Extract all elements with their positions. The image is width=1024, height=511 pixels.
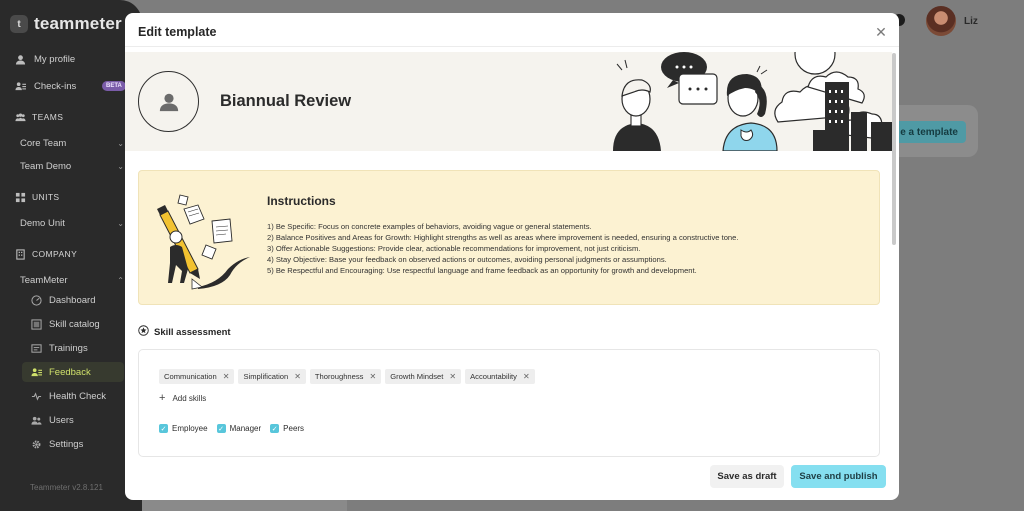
sidebar-item-check-ins[interactable]: Check-ins	[14, 80, 76, 92]
sidebar-item-core-team[interactable]: Core Team ⌄	[20, 138, 124, 149]
skill-chip: Growth Mindset ✕	[385, 369, 462, 384]
company-icon	[14, 248, 26, 260]
avatar[interactable]	[926, 6, 956, 36]
logo-text: teammeter	[34, 14, 122, 33]
skill-assessment-box: Communication ✕ Simplification ✕ Thoroug…	[138, 349, 880, 457]
template-banner: Biannual Review	[125, 52, 892, 151]
reviewer-checkboxes: ✓ Employee ✓ Manager ✓ Peers	[159, 424, 304, 433]
instructions-title: Instructions	[267, 194, 336, 208]
chevron-down-icon: ⌄	[117, 139, 124, 148]
create-template-button[interactable]: e a template	[890, 121, 966, 143]
skill-catalog-icon	[30, 318, 42, 330]
checkbox-checked-icon: ✓	[159, 424, 168, 433]
template-avatar[interactable]	[138, 71, 199, 132]
sidebar-item-label: Check-ins	[34, 80, 77, 92]
logo[interactable]: t teammeter	[10, 14, 122, 34]
instruction-line: 1) Be Specific: Focus on concrete exampl…	[267, 222, 592, 231]
sidebar-item-demo-unit[interactable]: Demo Unit ⌄	[20, 218, 124, 229]
sidebar-item-settings[interactable]: Settings	[22, 434, 124, 454]
sidebar-item-health-check[interactable]: Health Check	[22, 386, 124, 406]
beta-badge: BETA	[102, 81, 126, 91]
feedback-icon	[30, 366, 42, 378]
close-icon[interactable]: ✕	[873, 24, 889, 40]
remove-icon[interactable]: ✕	[523, 372, 530, 381]
sidebar-item-my-profile[interactable]: My profile	[14, 53, 75, 65]
users-icon	[30, 414, 42, 426]
units-icon	[14, 191, 26, 203]
instruction-line: 4) Stay Objective: Base your feedback on…	[267, 255, 667, 264]
writer-illustration	[157, 194, 250, 290]
scrollbar[interactable]	[892, 53, 896, 245]
remove-icon[interactable]: ✕	[369, 372, 376, 381]
header-divider	[125, 46, 899, 47]
sidebar-item-trainings[interactable]: Trainings	[22, 338, 124, 358]
manager-checkbox[interactable]: ✓ Manager	[216, 424, 261, 433]
gear-icon	[30, 438, 42, 450]
sidebar-item-users[interactable]: Users	[22, 410, 124, 430]
peers-checkbox[interactable]: ✓ Peers	[270, 424, 304, 433]
employee-checkbox[interactable]: ✓ Employee	[159, 424, 208, 433]
instructions-panel: Instructions 1) Be Specific: Focus on co…	[138, 170, 880, 305]
skill-chip: Simplification ✕	[238, 369, 306, 384]
conversation-illustration	[613, 52, 892, 151]
section-units: UNITS	[14, 191, 60, 203]
instructions-list: 1) Be Specific: Focus on concrete exampl…	[267, 221, 867, 276]
checkbox-checked-icon: ✓	[216, 424, 226, 433]
sidebar-item-team-demo[interactable]: Team Demo ⌄	[20, 161, 124, 172]
skill-chip: Communication ✕	[159, 369, 235, 384]
dashboard-icon	[30, 294, 42, 306]
sidebar-item-teammeter[interactable]: TeamMeter ⌃	[20, 275, 124, 286]
edit-template-modal: Edit template ✕ Biannual Review Instruct…	[125, 13, 899, 500]
sidebar: t teammeter My profile Check-ins BETA TE…	[0, 0, 142, 511]
remove-icon[interactable]: ✕	[449, 372, 456, 381]
skill-chip: Thoroughness ✕	[309, 369, 382, 384]
user-icon	[159, 93, 178, 111]
skill-chips: Communication ✕ Simplification ✕ Thoroug…	[159, 369, 535, 384]
instruction-line: 2) Balance Positives and Areas for Growt…	[267, 233, 739, 242]
checkbox-checked-icon: ✓	[270, 424, 280, 433]
app-version: Teammeter v2.8.121	[30, 483, 103, 492]
sidebar-item-label: My profile	[34, 53, 76, 65]
skill-chip: Accountability ✕	[465, 369, 535, 384]
logo-icon: t	[10, 15, 28, 33]
chevron-up-icon: ⌃	[117, 276, 124, 285]
sidebar-item-dashboard[interactable]: Dashboard	[22, 290, 124, 310]
chevron-down-icon: ⌄	[117, 219, 124, 228]
modal-title: Edit template	[138, 25, 217, 39]
sidebar-item-skill-catalog[interactable]: Skill catalog	[22, 314, 124, 334]
sidebar-item-feedback[interactable]: Feedback	[22, 362, 124, 382]
star-badge-icon	[138, 325, 149, 339]
skill-assessment-heading: Skill assessment	[138, 325, 231, 339]
section-company: COMPANY	[14, 248, 77, 260]
user-circle-icon	[14, 53, 26, 65]
trainings-icon	[30, 342, 42, 354]
save-and-publish-button[interactable]: Save and publish	[791, 465, 886, 488]
section-teams: TEAMS	[14, 111, 63, 123]
teams-icon	[14, 111, 26, 123]
check-ins-icon	[14, 80, 26, 92]
chevron-down-icon: ⌄	[117, 162, 124, 171]
instruction-line: 5) Be Respectful and Encouraging: Use re…	[267, 266, 697, 275]
remove-icon[interactable]: ✕	[294, 372, 301, 381]
plus-icon: +	[159, 392, 166, 404]
health-check-icon	[30, 390, 42, 402]
save-as-draft-button[interactable]: Save as draft	[710, 465, 784, 488]
instruction-line: 3) Offer Actionable Suggestions: Provide…	[267, 244, 641, 253]
add-skills-button[interactable]: + Add skills	[159, 392, 206, 404]
remove-icon[interactable]: ✕	[223, 372, 230, 381]
user-name[interactable]: Liz	[964, 16, 978, 27]
template-name: Biannual Review	[220, 92, 352, 110]
